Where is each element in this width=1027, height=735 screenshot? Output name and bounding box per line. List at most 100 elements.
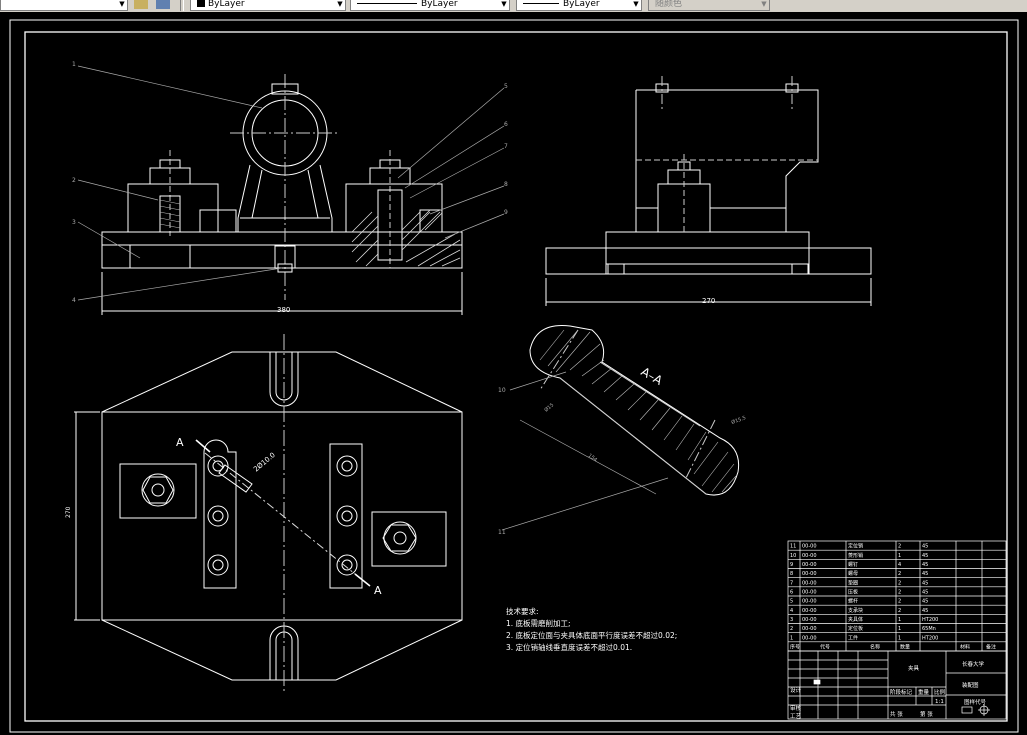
title-drawing-type: 装配图 <box>962 681 979 689</box>
bom-cell-mat: 45 <box>922 562 928 568</box>
bom-cell-qty: 2 <box>898 590 901 596</box>
chevron-down-icon: ▼ <box>761 0 767 8</box>
bom-cell-no: 4 <box>790 608 793 614</box>
bom-cell-name: 螺钉 <box>848 561 858 568</box>
part-callout-3: 3 <box>72 219 76 226</box>
plotstyle-control[interactable]: 随颜色 ▼ <box>648 0 770 11</box>
bom-cell-mat: 45 <box>922 599 928 605</box>
title-sheet-index: 第 张 <box>920 710 933 718</box>
bom-cell-qty: 1 <box>898 635 901 641</box>
section-hatch <box>539 329 737 493</box>
drawing-canvas[interactable]: 380 1 2 3 4 5 6 7 8 9 270 270 A A 2Ø10.0… <box>0 12 1027 735</box>
bom-table <box>787 540 1007 652</box>
lineweight-sample <box>523 3 559 4</box>
bom-cell-no: 1 <box>790 635 793 641</box>
color-control[interactable]: ByLayer ▼ <box>190 0 346 11</box>
chevron-down-icon: ▼ <box>337 0 343 8</box>
color-swatch-icon <box>197 0 205 7</box>
bom-cell-code: 00-00 <box>802 544 817 550</box>
bom-cell-qty: 1 <box>898 553 901 559</box>
part-callout-2: 2 <box>72 177 76 184</box>
bom-cell-qty: 2 <box>898 580 901 586</box>
bom-cell-mat: 45 <box>922 590 928 596</box>
bom-cell-qty: 2 <box>898 608 901 614</box>
bom-header-cell: 材料 <box>960 644 970 651</box>
title-approve-label: 工艺 <box>790 713 802 720</box>
section-dim-2: Ø15.5 <box>730 414 747 426</box>
linetype-control[interactable]: ByLayer ▼ <box>350 0 510 11</box>
front-view-dimension: 380 <box>277 306 290 314</box>
toolbar-separator <box>180 0 184 11</box>
bom-cell-code: 00-00 <box>802 608 817 614</box>
bom-cell-no: 9 <box>790 562 793 568</box>
bom-cell-qty: 1 <box>898 617 901 623</box>
bom-cell-no: 8 <box>790 571 793 577</box>
title-checker-label: 审核 <box>790 704 802 712</box>
tech-req-2: 2. 底板定位面与夹具体底面平行度误差不超过0.02; <box>506 630 677 640</box>
toolbar-dropdown-left[interactable]: ▼ <box>0 0 128 11</box>
part-callout-7: 7 <box>504 143 508 150</box>
title-scale-value: 1:1 <box>935 699 944 705</box>
bom-header-cell: 数量 <box>900 644 910 651</box>
tech-title: 技术要求: <box>506 606 539 616</box>
leader-lines <box>77 65 505 301</box>
bom-cell-name: 定位板 <box>848 625 863 632</box>
chevron-down-icon: ▼ <box>119 0 125 8</box>
title-weight-label: 重量 <box>918 688 930 696</box>
bom-cell-code: 00-00 <box>802 617 817 623</box>
title-designer-label: 设计 <box>790 686 802 694</box>
section-marker-top: A <box>176 436 184 449</box>
bom-header-cell: 名称 <box>870 644 880 651</box>
linetype-control-label: ByLayer <box>421 0 458 9</box>
part-callout-1: 1 <box>72 61 76 68</box>
section-marker-bottom: A <box>374 584 382 597</box>
bom-cell-code: 00-00 <box>802 553 817 559</box>
bom-header-cell: 备注 <box>986 644 996 651</box>
section-dim-1: Ø15 <box>543 402 555 414</box>
bom-cell-no: 2 <box>790 626 793 632</box>
lineweight-control-label: ByLayer <box>563 0 600 9</box>
side-view <box>545 76 872 306</box>
bom-cell-no: 5 <box>790 599 793 605</box>
tech-req-1: 1. 底板需磨削加工; <box>506 618 571 628</box>
bom-cell-no: 11 <box>790 544 796 550</box>
linetype-sample <box>357 3 417 4</box>
part-callout-10: 10 <box>498 387 506 394</box>
title-sheet-count: 共 张 <box>890 710 903 718</box>
bom-cell-code: 00-00 <box>802 562 817 568</box>
title-stage-label: 阶段标记 <box>890 688 913 696</box>
layer-manager-icon[interactable] <box>134 0 148 9</box>
plotstyle-control-label: 随颜色 <box>655 0 683 9</box>
bom-cell-name: 菱形销 <box>848 552 863 559</box>
bom-cell-mat: 45 <box>922 544 928 550</box>
bom-cell-name: 螺杆 <box>848 598 858 605</box>
section-title: A–A <box>639 364 666 388</box>
front-view <box>101 74 463 315</box>
technical-requirements: 技术要求: 1. 底板需磨削加工; 2. 底板定位面与夹具体底面平行度误差不超过… <box>506 606 677 652</box>
lineweight-control[interactable]: ByLayer ▼ <box>516 0 642 11</box>
bom-cell-name: 支承块 <box>848 607 863 614</box>
bom-cell-qty: 4 <box>898 562 901 568</box>
bom-cell-code: 00-00 <box>802 590 817 596</box>
plan-view-dimension: 270 <box>65 506 72 518</box>
layer-previous-icon[interactable] <box>156 0 170 9</box>
part-callout-6: 6 <box>504 121 508 128</box>
bom-cell-name: 工件 <box>848 634 858 641</box>
bom-cell-code: 00-00 <box>802 626 817 632</box>
bom-cell-code: 00-00 <box>802 571 817 577</box>
bom-cell-no: 6 <box>790 590 793 596</box>
part-callout-11: 11 <box>498 529 506 536</box>
title-drawing-number: 图样代号 <box>964 698 987 706</box>
bom-cell-qty: 2 <box>898 544 901 550</box>
bom-cell-mat: 45 <box>922 580 928 586</box>
bom-cell-mat: 65Mn <box>922 626 936 632</box>
title-part-name: 夹具 <box>908 664 920 672</box>
cad-drawing: 380 1 2 3 4 5 6 7 8 9 270 270 A A 2Ø10.0… <box>9 19 1019 733</box>
tech-req-3: 3. 定位销轴线垂直度误差不超过0.01. <box>506 642 632 652</box>
bom-cell-no: 7 <box>790 580 793 586</box>
section-a-a-view <box>501 325 740 531</box>
bom-cell-mat: 45 <box>922 571 928 577</box>
bom-header-cell: 序号 <box>790 644 800 651</box>
part-callout-8: 8 <box>504 181 508 188</box>
bom-cell-no: 3 <box>790 617 793 623</box>
